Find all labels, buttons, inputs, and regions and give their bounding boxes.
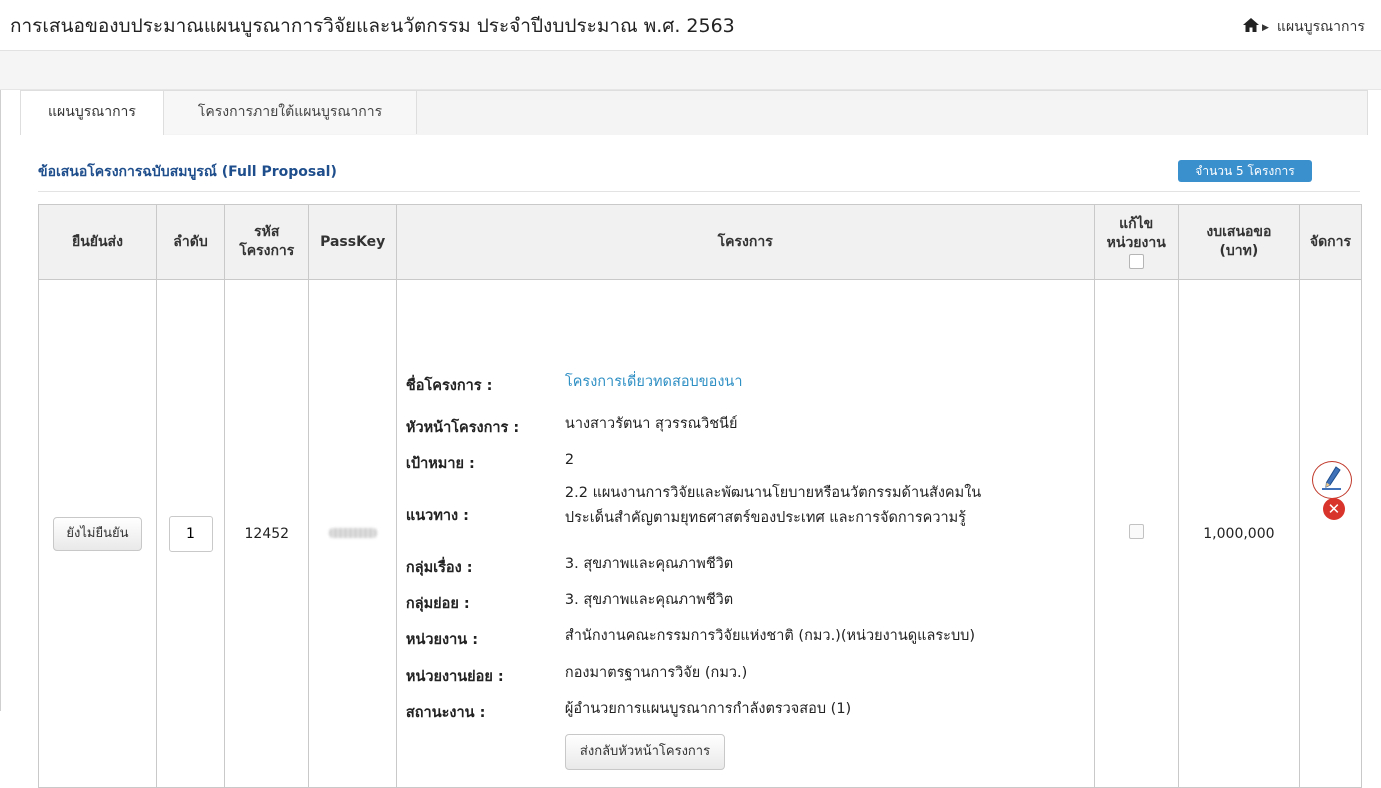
unit-label: หน่วยงาน : (405, 632, 479, 648)
col-header-passkey: PassKey (308, 204, 397, 280)
col-header-code-label: รหัส โครงการ (239, 224, 295, 259)
col-header-order: ลำดับ (155, 204, 226, 280)
project-lead-value: นางสาวรัตนา สุวรรณวิชนีย์ (564, 416, 738, 432)
breadcrumb-current[interactable]: แผนบูรณาการ (1277, 19, 1365, 35)
col-header-edit-unit-label: แก้ไข หน่วยงาน (1106, 216, 1166, 251)
project-count-badge: จำนวน 5 โครงการ (1178, 160, 1312, 182)
col-header-edit-unit: แก้ไข หน่วยงาน (1093, 204, 1179, 280)
home-icon[interactable] (1243, 18, 1259, 32)
passkey-redacted (328, 527, 377, 538)
header-banner (0, 51, 1381, 90)
approach-label: แนวทาง : (405, 508, 469, 524)
approach-value-line1: 2.2 แผนงานการวิจัยและพัฒนานโยบายหรือนวัต… (564, 485, 982, 501)
project-lead-label: หัวหน้าโครงการ : (405, 420, 520, 436)
table-row: ยังไม่ยืนยัน 12452 ชื่อโครงการ : โครงการ… (38, 279, 1363, 788)
delete-icon[interactable]: ✕ (1322, 498, 1345, 520)
col-header-project: โครงการ (395, 204, 1095, 280)
col-header-manage: จัดการ (1298, 204, 1363, 280)
col-header-confirm: ยืนยันส่ง (38, 204, 157, 280)
tab-projects-under-plan[interactable]: โครงการภายใต้แผนบูรณาการ (164, 91, 417, 134)
tab-integration-plan[interactable]: แผนบูรณาการ (21, 91, 164, 135)
topic-group-label: กลุ่มเรื่อง : (405, 560, 473, 576)
cell-manage: ✕ (1298, 279, 1363, 788)
subgroup-label: กลุ่มย่อย : (405, 596, 470, 612)
target-value: 2 (564, 452, 575, 468)
col-header-budget: งบเสนอขอ (บาท) (1177, 204, 1300, 280)
table-header-row: ยืนยันส่ง ลำดับ รหัส โครงการ PassKey โครง… (38, 204, 1363, 280)
target-label: เป้าหมาย : (405, 456, 475, 472)
projects-table: ยืนยันส่ง ลำดับ รหัส โครงการ PassKey โครง… (38, 204, 1363, 788)
edit-unit-checkbox[interactable] (1128, 524, 1144, 539)
pencil-icon[interactable] (1311, 461, 1352, 499)
col-header-code: รหัส โครงการ (224, 204, 310, 280)
page-header: การเสนอของบประมาณแผนบูรณาการวิจัยและนวัต… (0, 0, 1381, 51)
subunit-value: กองมาตรฐานการวิจัย (กมว.) (564, 665, 748, 681)
subgroup-value: 3. สุขภาพและคุณภาพชีวิต (564, 592, 734, 608)
subunit-label: หน่วยงานย่อย : (405, 669, 504, 685)
cell-edit-unit (1093, 279, 1179, 788)
project-name-link[interactable]: โครงการเดี่ยวทดสอบของนา (565, 369, 743, 395)
breadcrumb: ▶ แผนบูรณาการ (1243, 16, 1365, 38)
breadcrumb-separator-icon: ▶ (1262, 23, 1269, 33)
select-all-checkbox[interactable] (1128, 254, 1144, 269)
project-name-label: ชื่อโครงการ : (405, 378, 493, 394)
approach-value-line2: ประเด็นสำคัญตามยุทธศาสตร์ของประเทศ และกา… (564, 510, 966, 526)
col-header-budget-label: งบเสนอขอ (บาท) (1206, 224, 1272, 259)
not-confirmed-button[interactable]: ยังไม่ยืนยัน (53, 516, 142, 551)
cell-order (155, 279, 226, 788)
page-title: การเสนอของบประมาณแผนบูรณาการวิจัยและนวัต… (10, 15, 735, 37)
unit-value: สำนักงานคณะกรรมการวิจัยแห่งชาติ (กมว.)(ห… (564, 628, 976, 644)
cell-project: ชื่อโครงการ : โครงการเดี่ยวทดสอบของนา หั… (395, 279, 1095, 788)
tab-bar: แผนบูรณาการ โครงการภายใต้แผนบูรณาการ (20, 90, 1368, 135)
cell-code: 12452 (224, 279, 310, 788)
topic-group-value: 3. สุขภาพและคุณภาพชีวิต (564, 556, 734, 572)
status-label: สถานะงาน : (405, 705, 486, 721)
panel-title: ข้อเสนอโครงการฉบับสมบูรณ์ (Full Proposal… (38, 164, 337, 180)
divider (38, 191, 1360, 192)
return-to-lead-button[interactable]: ส่งกลับหัวหน้าโครงการ (564, 734, 726, 770)
cell-budget: 1,000,000 (1177, 279, 1300, 788)
cell-passkey (308, 279, 397, 788)
cell-confirm: ยังไม่ยืนยัน (38, 279, 157, 788)
status-value: ผู้อำนวยการแผนบูรณาการกำลังตรวจสอบ (1) (564, 701, 852, 717)
order-input[interactable] (168, 515, 213, 552)
